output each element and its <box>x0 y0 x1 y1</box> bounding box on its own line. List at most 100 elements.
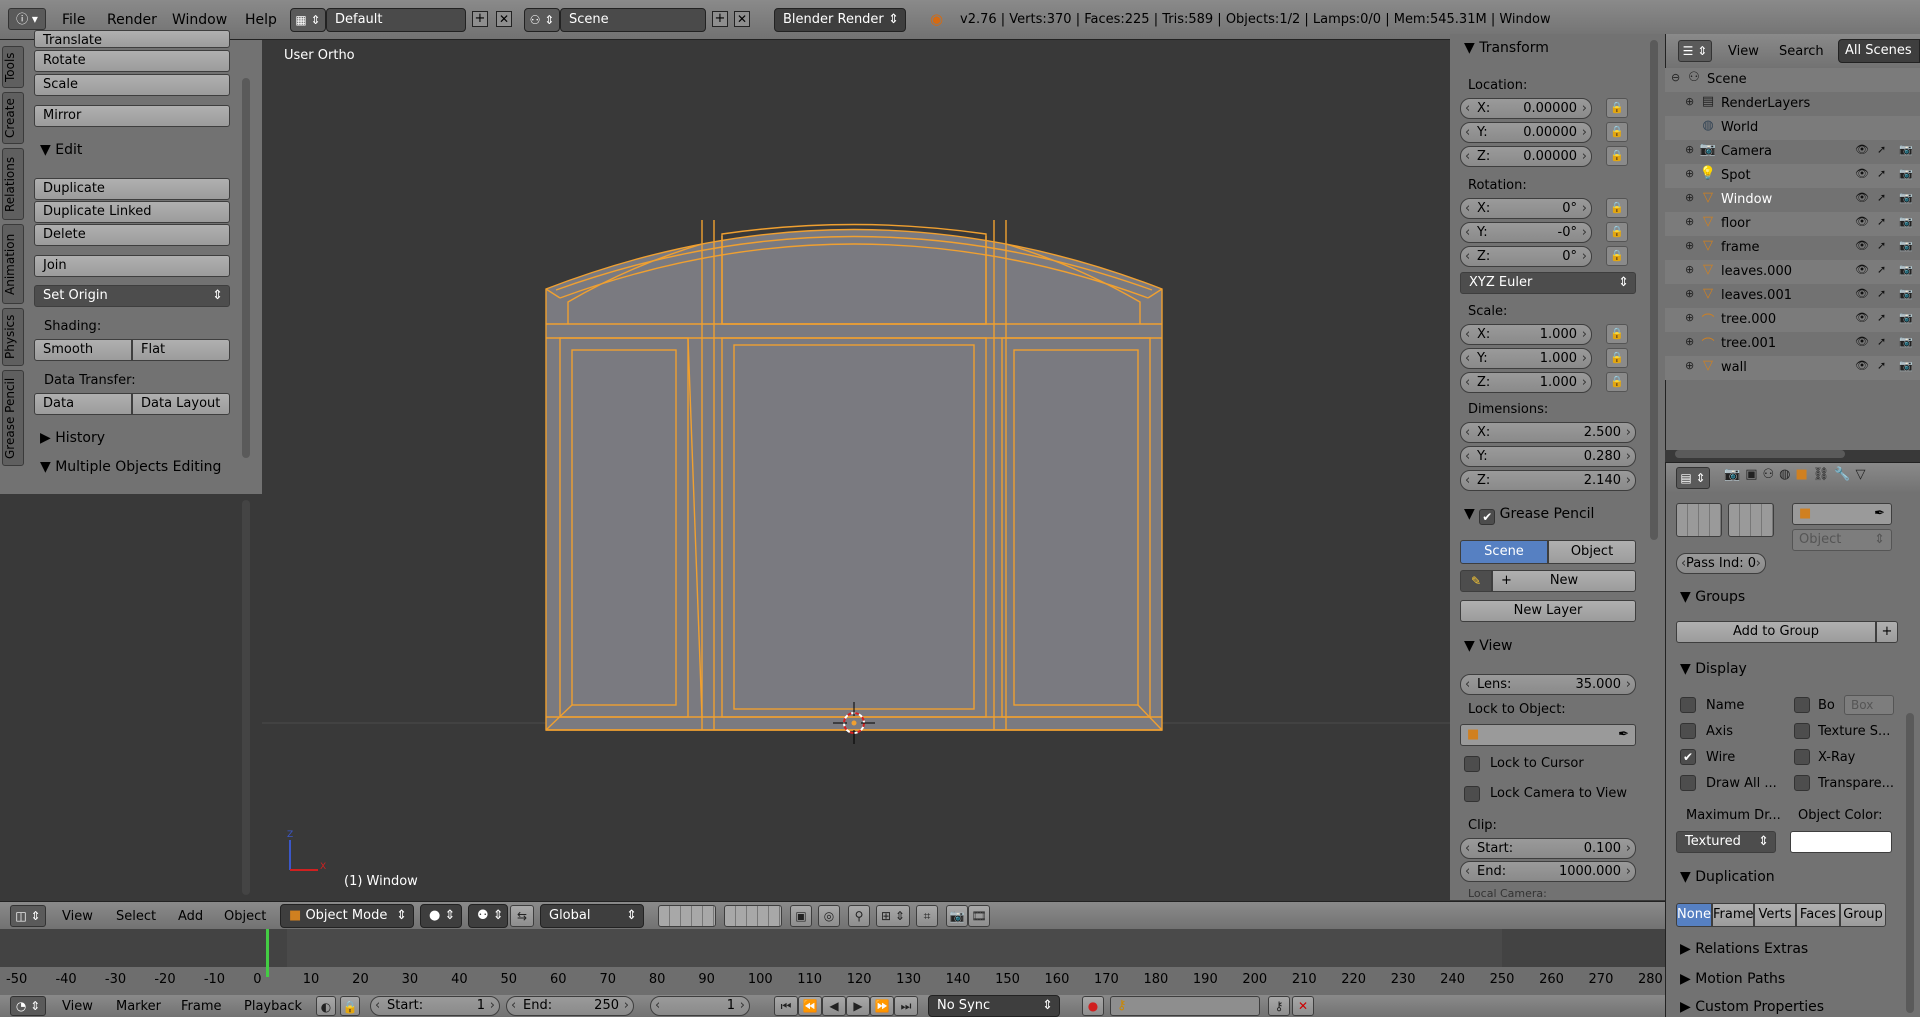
play-icon[interactable]: ▶ <box>846 996 870 1016</box>
object-color-swatch[interactable] <box>1790 831 1892 853</box>
properties-context-tabs[interactable]: 📷▣⚇◍■⛓🔧▽ <box>1724 467 1914 489</box>
outliner-scrollbar[interactable] <box>1675 450 1845 458</box>
remove-screen-icon[interactable]: ✕ <box>496 11 512 27</box>
display-mode-dropdown[interactable]: All Scenes <box>1838 39 1920 63</box>
select-arrow-icon[interactable]: ➚ <box>1877 335 1886 348</box>
world-tab-icon[interactable]: ◍ <box>1779 467 1795 482</box>
menu-window[interactable]: Window <box>172 12 227 28</box>
mirror-button[interactable]: Mirror <box>34 105 230 127</box>
tool-shelf-scrollbar[interactable] <box>242 78 250 458</box>
dup-group-button[interactable]: Group <box>1840 903 1886 927</box>
maximum-draw-type-dropdown[interactable]: Textured ⇕ <box>1676 831 1776 853</box>
outliner-row[interactable]: ⊖ ⚇ Scene <box>1665 68 1920 92</box>
rotation-mode-dropdown[interactable]: XYZ Euler ⇕ <box>1460 272 1636 294</box>
render-toggle-icon[interactable]: 📷 <box>1899 311 1913 324</box>
timeline-menu-frame[interactable]: Frame <box>181 999 222 1014</box>
expand-toggle-icon[interactable]: ⊕ <box>1685 311 1694 324</box>
pivot-point-dropdown[interactable]: ⚉ ⇕ <box>468 904 508 928</box>
menu-help[interactable]: Help <box>245 12 277 28</box>
outliner-row[interactable]: ⊕ ⌒ tree.001 👁 ➚ 📷 <box>1665 332 1920 356</box>
menu-select[interactable]: Select <box>116 909 156 924</box>
history-panel-header[interactable]: ▶ History <box>40 430 105 446</box>
modifiers-tab-icon[interactable]: 🔧 <box>1834 467 1855 482</box>
start-frame-field[interactable]: Start:1 <box>370 996 500 1016</box>
parent-field[interactable]: ■ ✒ <box>1792 503 1892 525</box>
new-layer-button[interactable]: New Layer <box>1460 600 1636 622</box>
dimensions-x-field[interactable]: X:2.500 <box>1460 422 1636 443</box>
dup-none-button[interactable]: None <box>1676 903 1712 927</box>
select-arrow-icon[interactable]: ➚ <box>1877 263 1886 276</box>
lock-camera-icon[interactable]: ▣ <box>790 905 812 927</box>
render-toggle-icon[interactable]: 📷 <box>1899 167 1913 180</box>
remove-scene-icon[interactable]: ✕ <box>734 11 750 27</box>
tab-create[interactable]: Create <box>2 92 24 144</box>
location-y-field[interactable]: Y:0.00000 <box>1460 122 1592 143</box>
add-screen-icon[interactable]: + <box>472 11 488 27</box>
constraints-tab-icon[interactable]: ⛓ <box>1813 467 1835 482</box>
lock-camera-checkbox[interactable] <box>1464 786 1480 802</box>
visibility-eye-icon[interactable]: 👁 <box>1855 191 1869 204</box>
lock-location-y-icon[interactable]: 🔒 <box>1606 122 1628 142</box>
dup-frame-button[interactable]: Frame <box>1712 903 1754 927</box>
outliner-row[interactable]: ⊕ ▽ Window 👁 ➚ 📷 <box>1665 188 1920 212</box>
grease-scene-button[interactable]: Scene <box>1460 540 1548 564</box>
keying-set-field[interactable]: ⚷ <box>1110 996 1260 1016</box>
properties-scrollbar[interactable] <box>1906 713 1914 1013</box>
outliner-row[interactable]: ⊕ ▽ leaves.001 👁 ➚ 📷 <box>1665 284 1920 308</box>
expand-toggle-icon[interactable]: ⊕ <box>1685 167 1694 180</box>
data-layout-button[interactable]: Data Layout <box>132 393 230 415</box>
expand-toggle-icon[interactable]: ⊕ <box>1685 95 1694 108</box>
visibility-eye-icon[interactable]: 👁 <box>1855 359 1869 372</box>
scale-z-field[interactable]: Z:1.000 <box>1460 372 1592 393</box>
render-opengl-icon[interactable]: 📷 <box>946 905 968 927</box>
eyedropper-icon[interactable]: ✒ <box>1874 506 1885 521</box>
visibility-eye-icon[interactable]: 👁 <box>1855 335 1869 348</box>
rotation-z-field[interactable]: Z:0° <box>1460 246 1592 267</box>
expand-toggle-icon[interactable]: ⊕ <box>1685 287 1694 300</box>
viewport-left-scrollbar[interactable] <box>242 500 250 895</box>
outliner-row[interactable]: ⊕ ▽ wall 👁 ➚ 📷 <box>1665 356 1920 380</box>
snap-element-icon[interactable]: ⊞ ⇕ <box>876 905 910 927</box>
pass-index-field[interactable]: Pass Ind: 0 <box>1676 553 1766 574</box>
multiple-objects-panel-header[interactable]: ▼ Multiple Objects Editing <box>40 459 221 475</box>
visibility-eye-icon[interactable]: 👁 <box>1855 263 1869 276</box>
grease-pencil-icon[interactable]: ✎ <box>1460 570 1492 592</box>
info-editor-button[interactable]: ⓘ ▾ <box>8 8 46 30</box>
display-panel-header[interactable]: ▼ Display <box>1680 661 1747 677</box>
scale-button[interactable]: Scale <box>34 74 230 96</box>
dimensions-y-field[interactable]: Y:0.280 <box>1460 446 1636 467</box>
menu-add[interactable]: Add <box>178 909 203 924</box>
render-animation-icon[interactable]: 🎞 <box>968 905 990 927</box>
render-toggle-icon[interactable]: 📷 <box>1899 143 1913 156</box>
scene-tab-icon[interactable]: ⚇ <box>1762 467 1779 482</box>
timeline-editor-type-icon[interactable]: ◔ ⇕ <box>10 996 46 1016</box>
eyedropper-icon[interactable]: ✒ <box>1618 727 1629 742</box>
add-to-group-button[interactable]: Add to Group <box>1676 621 1876 643</box>
texture-space-checkbox[interactable] <box>1794 723 1810 739</box>
visibility-eye-icon[interactable]: 👁 <box>1855 239 1869 252</box>
properties-region-scrollbar[interactable] <box>1650 40 1658 540</box>
menu-render[interactable]: Render <box>107 12 157 28</box>
add-scene-icon[interactable]: + <box>712 11 728 27</box>
grease-object-button[interactable]: Object <box>1548 540 1636 564</box>
lock-rotation-y-icon[interactable]: 🔒 <box>1606 222 1628 242</box>
menu-object[interactable]: Object <box>224 909 266 924</box>
translate-button[interactable]: Translate <box>34 30 230 48</box>
menu-view[interactable]: View <box>62 909 93 924</box>
dimensions-z-field[interactable]: Z:2.140 <box>1460 470 1636 491</box>
groups-panel-header[interactable]: ▼ Groups <box>1680 589 1745 605</box>
lock-location-x-icon[interactable]: 🔒 <box>1606 98 1628 118</box>
flat-button[interactable]: Flat <box>132 339 230 361</box>
visibility-eye-icon[interactable]: 👁 <box>1855 287 1869 300</box>
render-engine-dropdown[interactable]: Blender Render ⇕ <box>774 8 906 32</box>
outliner-view-menu[interactable]: View <box>1728 44 1759 59</box>
screen-layout-icon[interactable]: ▦ ⇕ <box>290 8 326 32</box>
scene-field[interactable]: Scene <box>560 8 706 32</box>
viewport-canvas[interactable] <box>262 40 1450 900</box>
timeline-menu-marker[interactable]: Marker <box>116 999 161 1014</box>
render-toggle-icon[interactable]: 📷 <box>1899 287 1913 300</box>
render-toggle-icon[interactable]: 📷 <box>1899 239 1913 252</box>
custom-properties-panel-header[interactable]: ▶ Custom Properties <box>1680 999 1824 1015</box>
duplicate-button[interactable]: Duplicate <box>34 178 230 200</box>
editor-type-icon[interactable]: ◫ ⇕ <box>10 905 46 927</box>
